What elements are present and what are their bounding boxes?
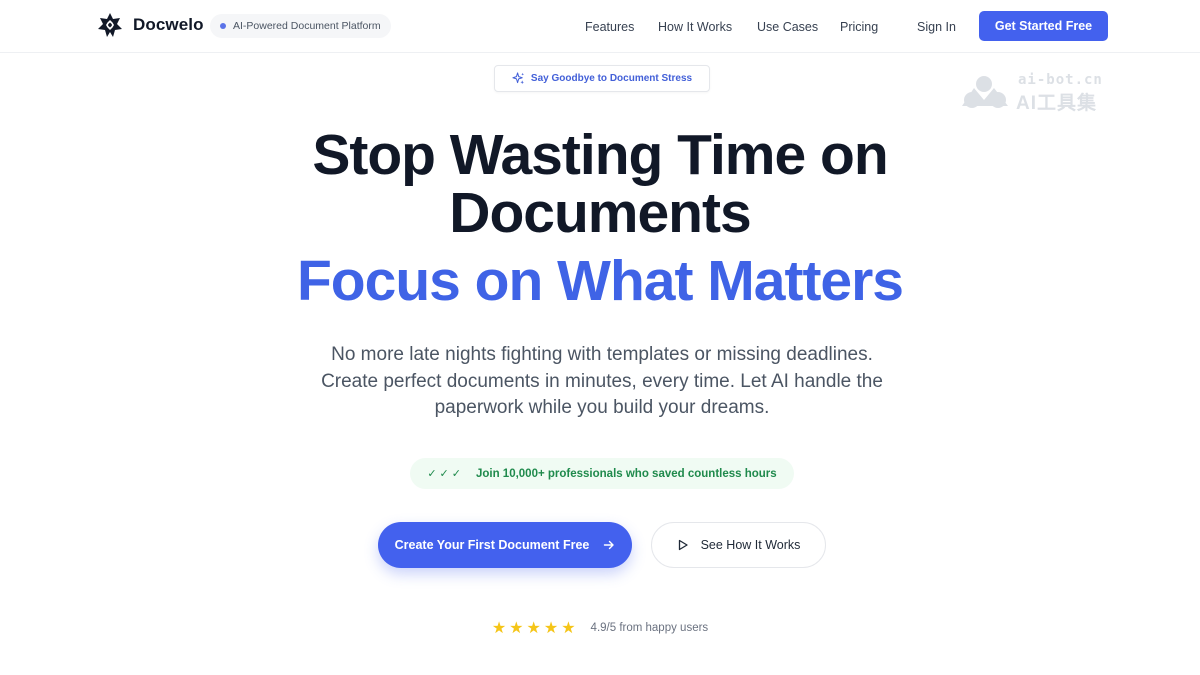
watermark-name: AI工具集 [1016,93,1098,114]
brand-logo[interactable]: Docwelo [97,12,204,38]
watermark-url: ai-bot.cn [1018,72,1103,88]
sign-in-link[interactable]: Sign In [917,20,956,34]
rating-row: ★★★★★ 4.9/5 from happy users [0,618,1200,638]
platform-badge-label: AI-Powered Document Platform [233,20,381,32]
nav-how-it-works[interactable]: How It Works [658,20,732,34]
hero-subtitle-line3: paperwork while you build your dreams. [434,397,770,418]
star-logo-icon [98,13,122,37]
hero-title-line1: Stop Wasting Time on [312,123,888,187]
see-how-it-works-label: See How It Works [700,538,801,552]
create-document-label: Create Your First Document Free [394,538,590,552]
star-icon: ★★★★★ [491,620,579,637]
hero-title-line2: Documents [449,181,751,245]
nav-features[interactable]: Features [585,20,634,34]
sparkle-icon [512,72,524,85]
hero-subtitle-line2: Create perfect documents in minutes, eve… [321,370,883,392]
hero-tag-label: Say Goodbye to Document Stress [530,73,693,84]
social-proof-badge: ✓✓✓ Join 10,000+ professionals who saved… [410,458,794,489]
nav-use-cases[interactable]: Use Cases [757,20,818,34]
nav-pricing[interactable]: Pricing [840,20,878,34]
hero-subtitle: No more late nights fighting with templa… [290,342,914,422]
check-icons: ✓✓✓ [427,468,464,480]
watermark: ai-bot.cn AI工具集 [960,72,1120,114]
hero-subtitle-line1: No more late nights fighting with templa… [331,344,873,365]
play-icon [678,539,688,551]
arrow-right-icon [604,540,615,550]
platform-badge: AI-Powered Document Platform [210,14,391,38]
hero-title-accent: Focus on What Matters [296,249,904,313]
rating-text: 4.9/5 from happy users [590,622,709,634]
badge-dot [220,23,226,29]
watermark-cloud-icon [962,76,1008,108]
social-proof-text: Join 10,000+ professionals who saved cou… [475,467,777,480]
brand-name: Docwelo [133,15,204,34]
top-navbar: Docwelo AI-Powered Document Platform Fea… [0,0,1200,53]
create-document-button[interactable]: Create Your First Document Free [378,522,632,568]
get-started-button[interactable]: Get Started Free [979,11,1108,41]
hero-tag: Say Goodbye to Document Stress [494,65,710,92]
see-how-it-works-button[interactable]: See How It Works [651,522,826,568]
